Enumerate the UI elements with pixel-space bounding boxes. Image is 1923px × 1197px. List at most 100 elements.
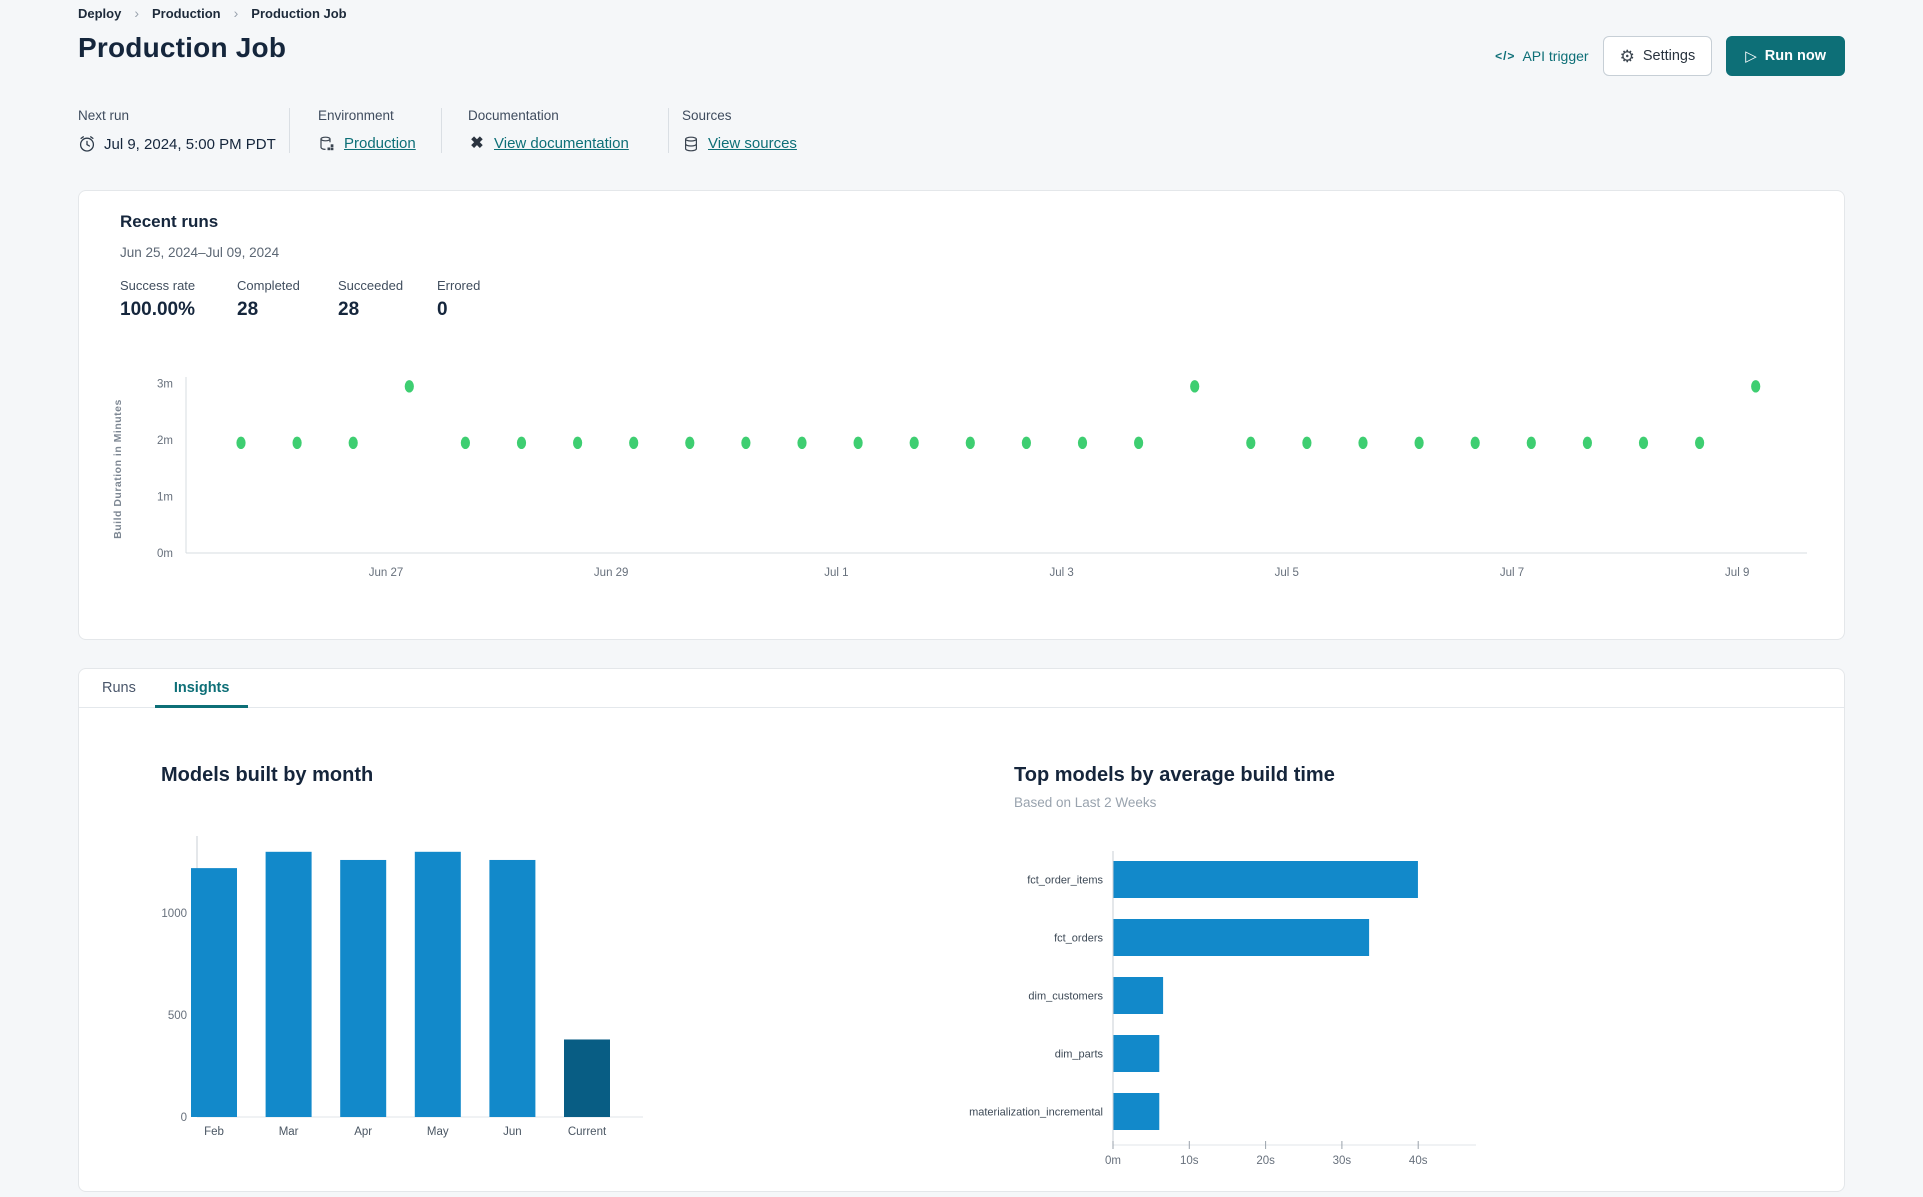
svg-text:30s: 30s bbox=[1333, 1155, 1352, 1167]
svg-text:20s: 20s bbox=[1256, 1155, 1275, 1167]
meta-label: Sources bbox=[682, 108, 732, 123]
api-trigger-label: API trigger bbox=[1522, 48, 1589, 64]
month-bar[interactable] bbox=[340, 859, 387, 1117]
run-dot[interactable] bbox=[1302, 436, 1312, 450]
month-bar[interactable] bbox=[414, 851, 461, 1117]
tab-bar: Runs Insights bbox=[79, 669, 1844, 708]
month-bar[interactable] bbox=[265, 851, 312, 1117]
svg-text:1m: 1m bbox=[157, 492, 173, 504]
next-run-value: Jul 9, 2024, 5:00 PM PDT bbox=[104, 135, 276, 153]
tab-insights[interactable]: Insights bbox=[154, 669, 249, 708]
gear-icon: ⚙ bbox=[1619, 46, 1635, 66]
svg-text:2m: 2m bbox=[157, 435, 173, 447]
svg-text:Current: Current bbox=[568, 1126, 607, 1138]
run-dot[interactable] bbox=[797, 436, 807, 450]
meta-label: Environment bbox=[318, 108, 394, 123]
run-dot[interactable] bbox=[1246, 436, 1256, 450]
run-dot[interactable] bbox=[404, 380, 414, 393]
svg-text:Jul 3: Jul 3 bbox=[1049, 567, 1073, 579]
meta-next-run: Next run Jul 9, 2024, 5:00 PM PDT bbox=[78, 108, 289, 153]
svg-text:Jul 5: Jul 5 bbox=[1275, 567, 1299, 579]
svg-text:Jun 29: Jun 29 bbox=[594, 567, 629, 579]
run-dot[interactable] bbox=[1582, 436, 1592, 450]
top-models-subtitle: Based on Last 2 Weeks bbox=[1014, 795, 1157, 810]
svg-text:materialization_incremental: materialization_incremental bbox=[969, 1107, 1103, 1119]
insights-card: Runs Insights Models built by month 0 500… bbox=[78, 668, 1845, 1192]
settings-button[interactable]: ⚙ Settings bbox=[1602, 36, 1713, 76]
tab-runs[interactable]: Runs bbox=[89, 669, 149, 707]
svg-text:Build Duration in Minutes: Build Duration in Minutes bbox=[112, 399, 124, 539]
model-bar[interactable] bbox=[1113, 861, 1418, 898]
run-dot[interactable] bbox=[1695, 436, 1705, 450]
svg-text:3m: 3m bbox=[157, 379, 173, 391]
top-models-title: Top models by average build time bbox=[1014, 764, 1335, 786]
svg-text:Jun 27: Jun 27 bbox=[369, 567, 404, 579]
month-bar[interactable] bbox=[191, 868, 237, 1117]
run-dot[interactable] bbox=[629, 436, 639, 450]
recent-runs-date-range: Jun 25, 2024–Jul 09, 2024 bbox=[120, 245, 280, 260]
breadcrumb-item-production[interactable]: Production bbox=[152, 6, 221, 21]
run-dot[interactable] bbox=[516, 436, 527, 450]
run-dot[interactable] bbox=[573, 436, 583, 450]
environment-link[interactable]: Production bbox=[344, 135, 416, 152]
build-duration-chart: 0m 1m 2m 3m Jun 27 Jun 29 Jul 1 Jul 3 Jul 5 Jul 7… bbox=[112, 377, 1807, 579]
api-trigger-link[interactable]: </> API trigger bbox=[1495, 48, 1589, 64]
code-icon: </> bbox=[1495, 49, 1516, 63]
run-dot[interactable] bbox=[1470, 436, 1480, 450]
run-dot[interactable] bbox=[1358, 436, 1368, 450]
run-dot[interactable] bbox=[685, 436, 695, 450]
run-dot[interactable] bbox=[1414, 436, 1424, 450]
svg-text:Mar: Mar bbox=[279, 1126, 299, 1138]
svg-text:0: 0 bbox=[181, 1112, 187, 1124]
month-bar[interactable] bbox=[489, 859, 536, 1117]
run-dot[interactable] bbox=[1134, 436, 1144, 450]
svg-text:Apr: Apr bbox=[354, 1126, 372, 1138]
svg-text:Jun: Jun bbox=[503, 1126, 522, 1138]
model-bar[interactable] bbox=[1113, 1035, 1160, 1072]
page-title: Production Job bbox=[78, 32, 287, 63]
run-dot[interactable] bbox=[460, 436, 470, 450]
settings-label: Settings bbox=[1642, 48, 1696, 64]
run-now-label: Run now bbox=[1764, 48, 1826, 64]
run-now-button[interactable]: ▷ Run now bbox=[1726, 36, 1845, 76]
run-dot[interactable] bbox=[853, 436, 863, 450]
run-dot[interactable] bbox=[1077, 436, 1088, 450]
svg-text:Jul 7: Jul 7 bbox=[1500, 567, 1524, 579]
breadcrumb-item-deploy[interactable]: Deploy bbox=[78, 6, 121, 21]
production-job-page: Deploy › Production › Production Job Pro… bbox=[0, 0, 1923, 1197]
stat-success-rate: Success rate 100.00% bbox=[120, 278, 196, 320]
job-meta-row: Next run Jul 9, 2024, 5:00 PM PDT Enviro… bbox=[78, 108, 827, 153]
svg-text:0m: 0m bbox=[157, 548, 173, 560]
view-documentation-link[interactable]: View documentation bbox=[494, 135, 629, 152]
run-dot[interactable] bbox=[965, 436, 975, 450]
svg-text:500: 500 bbox=[168, 1010, 187, 1022]
run-dot[interactable] bbox=[1751, 380, 1761, 393]
model-bar[interactable] bbox=[1113, 977, 1164, 1014]
recent-runs-title: Recent runs bbox=[120, 212, 219, 231]
model-bar[interactable] bbox=[1113, 1093, 1160, 1130]
run-dot[interactable] bbox=[1526, 436, 1536, 450]
month-bar[interactable] bbox=[564, 1039, 610, 1117]
run-dot[interactable] bbox=[1190, 380, 1200, 393]
play-icon: ▷ bbox=[1745, 48, 1757, 65]
meta-environment: Environment Production bbox=[289, 108, 441, 153]
run-dot[interactable] bbox=[292, 436, 302, 450]
run-dot[interactable] bbox=[909, 436, 919, 450]
recent-runs-stats: Success rate 100.00% Completed 28 Succee… bbox=[120, 278, 480, 321]
stat-succeeded: Succeeded 28 bbox=[338, 278, 404, 320]
run-dot[interactable] bbox=[348, 436, 358, 450]
run-dot[interactable] bbox=[236, 436, 246, 450]
breadcrumb-chevron-icon: › bbox=[134, 5, 140, 21]
svg-text:fct_orders: fct_orders bbox=[1054, 933, 1103, 945]
run-dot[interactable] bbox=[1021, 436, 1031, 450]
svg-text:40s: 40s bbox=[1409, 1155, 1428, 1167]
svg-text:Jul 9: Jul 9 bbox=[1725, 567, 1749, 579]
run-dot[interactable] bbox=[741, 436, 751, 450]
environment-icon bbox=[318, 136, 336, 152]
svg-text:Feb: Feb bbox=[204, 1126, 224, 1138]
view-sources-link[interactable]: View sources bbox=[708, 135, 797, 152]
run-dot[interactable] bbox=[1638, 436, 1649, 450]
meta-sources: Sources View sources bbox=[668, 108, 827, 153]
breadcrumb-item-production-job: Production Job bbox=[251, 5, 347, 21]
model-bar[interactable] bbox=[1113, 919, 1370, 956]
